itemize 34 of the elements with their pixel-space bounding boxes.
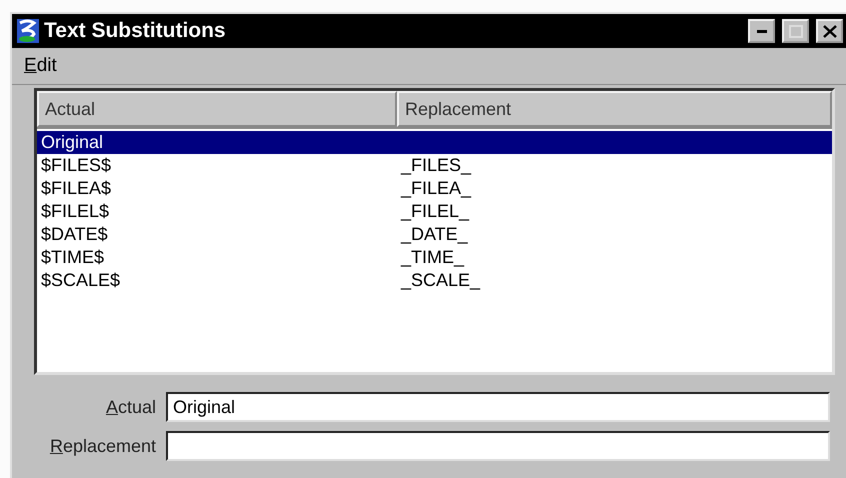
input-field[interactable]: Original [166,392,830,422]
close-button[interactable] [816,19,843,43]
table-cell-text: $SCALE$ [40,270,122,291]
list-row[interactable]: $TIME$ _TIME_ [37,246,832,269]
close-icon [822,24,836,38]
table-cell-text: $DATE$ [40,224,109,245]
table-cell-text: _DATE_ [400,224,469,245]
window-title: Text Substitutions [44,19,227,43]
table-cell-text: Original [40,132,104,153]
list-row[interactable]: $SCALE$ _SCALE_ [37,269,832,292]
table-cell-text: $TIME$ [40,247,106,268]
list-row[interactable]: Original [37,131,832,154]
maximize-icon [788,24,802,38]
minimize-icon [756,29,766,33]
menu-item[interactable]: Edit [24,55,57,77]
list-row[interactable]: $FILEL$ _FILEL_ [37,200,832,223]
table-cell-text: _TIME_ [400,247,466,268]
list-row[interactable]: $FILEA$ _FILEA_ [37,177,832,200]
table-cell-text: $FILES$ [40,155,112,176]
list-row[interactable]: $DATE$ _DATE_ [37,223,832,246]
list-row[interactable]: $FILES$ _FILES_ [37,154,832,177]
table-cell-text: _FILEL_ [400,201,470,222]
table-cell-text: _SCALE_ [400,270,482,291]
table-cell-text: _FILES_ [400,155,472,176]
column-header[interactable]: Replacement [397,91,832,127]
field-label: Replacement [48,436,156,456]
table-cell-text: _FILEA_ [400,178,472,199]
table-cell-text: $FILEA$ [40,178,112,199]
input-field[interactable] [166,431,830,461]
table-cell-text: $FILEL$ [40,201,110,222]
field-label: Actual [104,396,156,418]
app-logo-icon [16,18,40,44]
column-header[interactable]: Actual [37,91,397,127]
minimize-button[interactable] [748,19,775,43]
